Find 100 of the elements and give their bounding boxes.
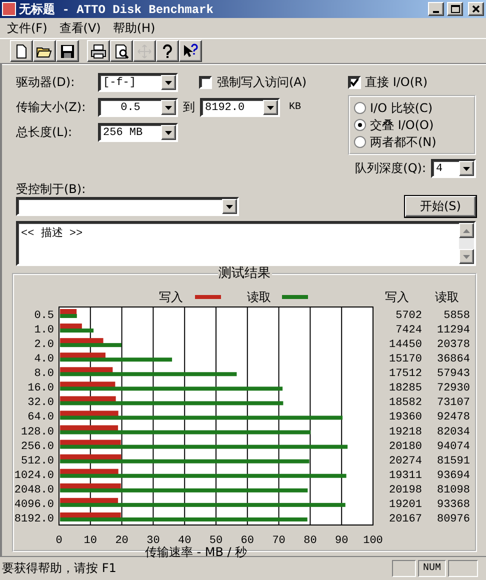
pointer-question-icon[interactable] <box>179 40 202 62</box>
table-cell: 19360 <box>388 412 422 424</box>
caret-icon <box>165 106 172 110</box>
axis-title: 传输速率 - MB / 秒 <box>144 545 248 558</box>
tick-label: 60 <box>240 535 254 547</box>
status-text: 要获得帮助，请按 F1 <box>2 560 118 576</box>
field-label: 总长度(L): <box>16 124 74 141</box>
table-cell: 80976 <box>436 513 470 526</box>
radio-button[interactable] <box>354 102 366 114</box>
menu-item[interactable]: 帮助(H) <box>108 18 160 38</box>
category-label: 2.0 <box>34 339 54 352</box>
radio-label: 两者都不(N) <box>370 134 436 150</box>
dropdown[interactable]: 4 <box>431 159 476 178</box>
category-label: 128.0 <box>20 426 54 438</box>
table-cell: 20180 <box>388 440 422 453</box>
read-bar <box>60 314 77 318</box>
tick-label: 0 <box>56 535 62 547</box>
scrollbar[interactable] <box>459 223 474 264</box>
caret-icon <box>165 80 172 84</box>
table-cell: 72930 <box>436 382 470 395</box>
table-cell: 93368 <box>436 498 470 511</box>
description-box[interactable]: << 描述 >> <box>16 221 476 266</box>
read-bar <box>60 328 94 333</box>
table-cell: 5858 <box>444 310 470 322</box>
start-button[interactable]: 开始(S) <box>405 196 476 217</box>
table-cell: 7424 <box>396 324 422 337</box>
dropdown[interactable]: 256 MB <box>98 123 178 142</box>
field-label: 驱动器(D): <box>16 74 76 91</box>
description-text: << 描述 >> <box>20 226 84 242</box>
radio-button[interactable] <box>354 119 366 131</box>
unit-label: KB <box>289 102 302 113</box>
dropdown[interactable]: 0.5 <box>98 98 178 117</box>
checkbox-label: 强制写入访问(A) <box>217 74 307 91</box>
tick-label: 20 <box>115 535 128 547</box>
table-cell: 18285 <box>388 382 422 395</box>
app-icon <box>2 2 16 16</box>
status-panel <box>392 560 416 576</box>
down-arrow-icon <box>463 254 470 258</box>
table-cell: 5702 <box>396 310 422 322</box>
table-cell: 81098 <box>436 484 470 496</box>
legend-label: 写入 <box>159 290 183 304</box>
maximize-button[interactable] <box>447 2 463 16</box>
close-button[interactable] <box>468 2 484 16</box>
dropdown[interactable]: 8192.0 <box>200 98 280 117</box>
table-cell: 82034 <box>436 426 470 438</box>
status-indicator: NUM <box>418 560 446 576</box>
column-header: 写入 <box>385 290 409 304</box>
table-cell: 20167 <box>388 513 422 526</box>
folder-icon[interactable] <box>33 40 56 62</box>
question-mark-icon[interactable] <box>156 40 179 62</box>
tick-label: 40 <box>178 535 192 547</box>
table-cell: 15170 <box>388 354 422 366</box>
minimize-icon <box>433 11 439 13</box>
panel-title: 测试结果 <box>218 268 272 280</box>
dropdown[interactable]: [-f-] <box>98 73 178 92</box>
tick-label: 50 <box>209 535 223 547</box>
checkbox-label: 直接 I/O(R) <box>365 74 428 90</box>
checkbox[interactable] <box>348 76 361 88</box>
close-icon <box>472 5 480 13</box>
minimize-button[interactable] <box>428 2 444 16</box>
document-icon[interactable] <box>10 40 33 62</box>
table-cell: 20198 <box>388 484 422 496</box>
caret-icon <box>463 166 470 170</box>
caret-icon <box>267 106 274 110</box>
radio-label: 交叠 I/O(O) <box>370 116 434 134</box>
table-cell: 20378 <box>436 339 470 352</box>
legend-label: 读取 <box>247 290 271 304</box>
category-label: 32.0 <box>28 397 54 410</box>
category-label: 64.0 <box>28 412 54 424</box>
table-cell: 19201 <box>388 498 422 511</box>
category-label: 1024.0 <box>14 470 54 482</box>
tick-label: 80 <box>304 535 317 547</box>
radio-label: I/O 比较(C) <box>370 100 433 116</box>
category-label: 512.0 <box>20 455 54 468</box>
dropdown[interactable] <box>16 197 239 216</box>
menu-item[interactable]: 查看(V) <box>54 18 106 38</box>
menu-item[interactable]: 文件(F) <box>2 18 52 38</box>
category-label: 256.0 <box>20 440 54 453</box>
printer-icon[interactable] <box>87 40 110 62</box>
category-label: 8192.0 <box>14 513 54 526</box>
field-label: 到 <box>183 99 195 116</box>
magnifier-page-icon[interactable] <box>110 40 133 62</box>
table-cell: 94074 <box>436 440 470 453</box>
table-cell: 18582 <box>388 397 422 410</box>
window-title: 无标题 - ATTO Disk Benchmark <box>19 2 214 18</box>
table-cell: 81591 <box>436 455 470 468</box>
category-label: 4096.0 <box>14 498 54 511</box>
category-label: 2048.0 <box>14 484 54 496</box>
table-cell: 19218 <box>388 426 422 438</box>
field-label: 传输大小(Z): <box>16 99 87 116</box>
tick-label: 90 <box>335 535 348 547</box>
radio-button[interactable] <box>354 136 366 148</box>
checkbox[interactable] <box>199 76 212 89</box>
table-cell: 19311 <box>388 470 422 482</box>
table-cell: 92478 <box>436 412 470 424</box>
category-label: 4.0 <box>34 354 54 366</box>
maximize-icon <box>451 5 460 13</box>
category-label: 1.0 <box>34 324 54 337</box>
category-label: 8.0 <box>34 368 54 380</box>
table-cell: 36864 <box>436 354 470 366</box>
